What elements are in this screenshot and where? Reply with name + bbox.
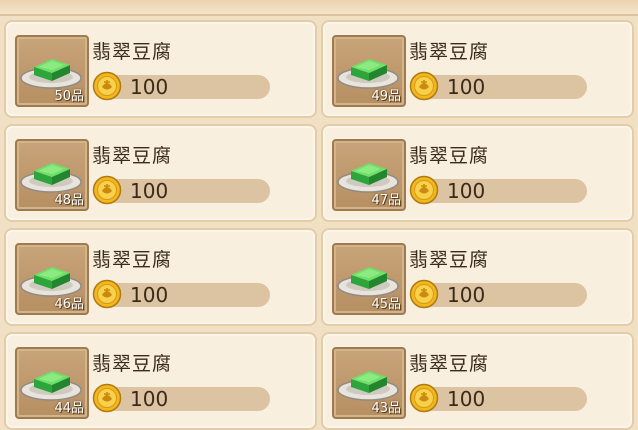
price-bar: 100 bbox=[409, 71, 587, 101]
dish-thumbnail: 48品 bbox=[15, 139, 89, 211]
gold-coin-icon bbox=[92, 175, 122, 205]
price-value: 100 bbox=[130, 387, 169, 411]
price-bar: 100 bbox=[92, 175, 270, 205]
jade-tofu-icon bbox=[351, 163, 387, 185]
dish-card[interactable]: 48品 翡翠豆腐 100 bbox=[4, 124, 317, 222]
quality-label: 46品 bbox=[54, 297, 84, 312]
price-value: 100 bbox=[447, 179, 486, 203]
dish-thumbnail: 44品 bbox=[15, 347, 89, 419]
dish-thumbnail: 46品 bbox=[15, 243, 89, 315]
price-bar: 100 bbox=[92, 279, 270, 309]
dish-card[interactable]: 49品 翡翠豆腐 100 bbox=[321, 20, 634, 118]
dish-name: 翡翠豆腐 bbox=[409, 249, 490, 271]
gold-coin-icon bbox=[409, 71, 439, 101]
quality-label: 49品 bbox=[371, 89, 401, 104]
dish-thumbnail: 49品 bbox=[332, 35, 406, 107]
dish-card[interactable]: 46品 翡翠豆腐 100 bbox=[4, 228, 317, 326]
dish-card[interactable]: 43品 翡翠豆腐 100 bbox=[321, 332, 634, 430]
quality-label: 45品 bbox=[371, 297, 401, 312]
dish-name: 翡翠豆腐 bbox=[92, 249, 173, 271]
dish-name: 翡翠豆腐 bbox=[92, 145, 173, 167]
dish-name: 翡翠豆腐 bbox=[409, 145, 490, 167]
dish-thumbnail: 50品 bbox=[15, 35, 89, 107]
dish-name: 翡翠豆腐 bbox=[409, 41, 490, 63]
dish-card[interactable]: 45品 翡翠豆腐 100 bbox=[321, 228, 634, 326]
price-value: 100 bbox=[447, 387, 486, 411]
dish-card[interactable]: 50品 翡翠豆腐 100 bbox=[4, 20, 317, 118]
gold-coin-icon bbox=[409, 279, 439, 309]
quality-label: 47品 bbox=[371, 193, 401, 208]
gold-coin-icon bbox=[92, 71, 122, 101]
quality-label: 48品 bbox=[54, 193, 84, 208]
dish-name: 翡翠豆腐 bbox=[92, 353, 173, 375]
dish-card[interactable]: 44品 翡翠豆腐 100 bbox=[4, 332, 317, 430]
price-bar: 100 bbox=[409, 279, 587, 309]
top-panel-edge bbox=[0, 0, 638, 16]
dish-grid: 50品 翡翠豆腐 100 49品 翡翠豆腐 100 48品 翡翠豆腐 100 4… bbox=[4, 20, 634, 430]
price-value: 100 bbox=[130, 283, 169, 307]
price-value: 100 bbox=[447, 283, 486, 307]
quality-label: 50品 bbox=[54, 89, 84, 104]
jade-tofu-icon bbox=[34, 371, 70, 393]
jade-tofu-icon bbox=[351, 371, 387, 393]
price-bar: 100 bbox=[92, 383, 270, 413]
price-value: 100 bbox=[447, 75, 486, 99]
quality-label: 44品 bbox=[54, 401, 84, 416]
jade-tofu-icon bbox=[34, 267, 70, 289]
quality-label: 43品 bbox=[371, 401, 401, 416]
dish-name: 翡翠豆腐 bbox=[92, 41, 173, 63]
jade-tofu-icon bbox=[351, 59, 387, 81]
price-value: 100 bbox=[130, 75, 169, 99]
gold-coin-icon bbox=[92, 383, 122, 413]
jade-tofu-icon bbox=[351, 267, 387, 289]
dish-thumbnail: 47品 bbox=[332, 139, 406, 211]
gold-coin-icon bbox=[409, 383, 439, 413]
gold-coin-icon bbox=[409, 175, 439, 205]
dish-thumbnail: 43品 bbox=[332, 347, 406, 419]
price-bar: 100 bbox=[409, 175, 587, 205]
jade-tofu-icon bbox=[34, 59, 70, 81]
dish-name: 翡翠豆腐 bbox=[409, 353, 490, 375]
jade-tofu-icon bbox=[34, 163, 70, 185]
price-bar: 100 bbox=[409, 383, 587, 413]
gold-coin-icon bbox=[92, 279, 122, 309]
price-bar: 100 bbox=[92, 71, 270, 101]
dish-thumbnail: 45品 bbox=[332, 243, 406, 315]
price-value: 100 bbox=[130, 179, 169, 203]
dish-card[interactable]: 47品 翡翠豆腐 100 bbox=[321, 124, 634, 222]
